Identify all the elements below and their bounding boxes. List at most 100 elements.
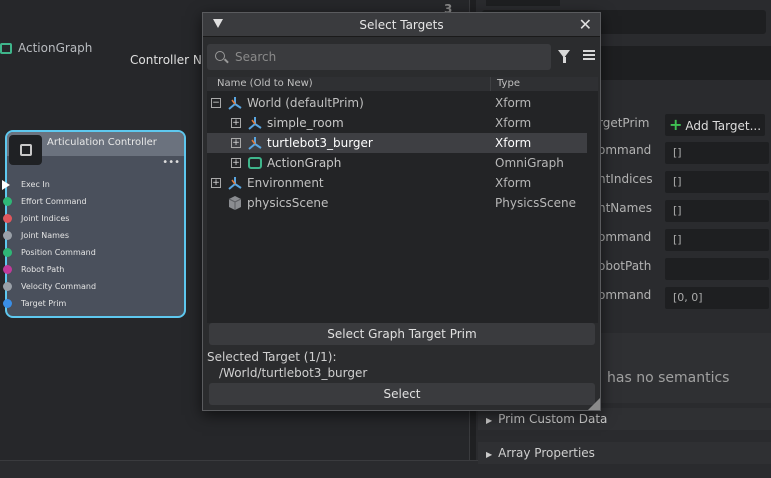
prop-label-joint-names: ntNames — [598, 201, 652, 215]
prop-field-effort-command[interactable]: [] — [665, 142, 769, 164]
section-prim-custom-data[interactable]: ▶ Prim Custom Data — [478, 408, 771, 430]
xform-icon — [227, 175, 243, 191]
tree-row-name: World (defaultPrim) — [247, 96, 364, 110]
tree-row[interactable]: physicsScene PhysicsScene — [207, 193, 587, 213]
tree-header: Name (Old to New) Type — [207, 77, 598, 91]
tree-row[interactable]: + ActionGraph OmniGraph — [207, 153, 587, 173]
plus-icon: + — [669, 115, 683, 134]
port-dot-icon[interactable] — [3, 248, 12, 257]
search-input[interactable]: Search — [207, 44, 551, 70]
section-array-properties[interactable]: ▶ Array Properties — [478, 442, 771, 464]
selected-target-label: Selected Target (1/1): — [207, 350, 337, 364]
tree-row-type: OmniGraph — [495, 156, 564, 170]
port-label: Joint Indices — [21, 214, 70, 223]
select-targets-dialog: Select Targets ✕ Search Name (Old to New… — [202, 12, 601, 411]
port-dot-icon[interactable] — [3, 197, 12, 206]
graph-icon — [247, 155, 263, 171]
node-icon — [9, 135, 42, 165]
select-button[interactable]: Select — [209, 383, 595, 405]
collapse-icon[interactable]: − — [211, 98, 221, 108]
prop-label-velocity-command: ommand — [598, 288, 652, 302]
hamburger-menu-icon[interactable] — [583, 50, 595, 60]
prop-label-joint-indices: ntIndices — [598, 172, 653, 186]
xform-icon — [247, 115, 263, 131]
tree-row-name: turtlebot3_burger — [267, 136, 373, 150]
exec-port-icon[interactable] — [2, 180, 10, 190]
node-port[interactable]: Exec In — [2, 176, 184, 193]
dialog-title: Select Targets — [359, 18, 444, 32]
search-icon — [215, 51, 225, 61]
prop-label-robot-path: obotPath — [598, 259, 652, 273]
section-label: Prim Custom Data — [498, 412, 608, 426]
port-dot-icon[interactable] — [3, 299, 12, 308]
section-label: Array Properties — [498, 446, 595, 460]
port-label: Velocity Command — [21, 282, 97, 291]
resize-handle[interactable] — [588, 398, 600, 410]
stage-tree: Name (Old to New) Type − World (defaultPr… — [207, 77, 598, 323]
node-port[interactable]: Position Command — [3, 244, 184, 261]
prop-field-joint-indices[interactable]: [] — [665, 171, 769, 193]
tree-row-name: Environment — [247, 176, 324, 190]
graph-title: ActionGraph — [0, 41, 93, 55]
expand-icon[interactable]: + — [231, 138, 241, 148]
selected-target-path: /World/turtlebot3_burger — [219, 366, 368, 380]
expand-icon[interactable]: + — [231, 158, 241, 168]
tree-row-type: Xform — [495, 96, 532, 110]
node-port[interactable]: Effort Command — [3, 193, 184, 210]
tree-row[interactable]: − World (defaultPrim) Xform — [207, 93, 587, 113]
prop-label-effort-command: ommand — [598, 143, 652, 157]
tree-row-name: ActionGraph — [267, 156, 342, 170]
port-dot-icon[interactable] — [3, 214, 12, 223]
column-header-type[interactable]: Type — [497, 78, 520, 89]
expand-icon[interactable]: + — [211, 178, 221, 188]
port-label: Exec In — [21, 180, 50, 189]
tree-row[interactable]: + turtlebot3_burger Xform — [207, 133, 587, 153]
graph-title-label: ActionGraph — [18, 41, 93, 55]
port-label: Robot Path — [21, 265, 65, 274]
prop-field-robot-path[interactable] — [665, 258, 769, 280]
add-target-label: Add Target... — [685, 119, 762, 133]
filter-icon[interactable] — [558, 50, 570, 63]
add-target-button[interactable]: + Add Target... — [665, 114, 765, 136]
tree-row-name: physicsScene — [247, 196, 329, 210]
node-port[interactable]: Velocity Command — [3, 278, 184, 295]
column-header-name[interactable]: Name (Old to New) — [217, 78, 313, 89]
tree-row-type: PhysicsScene — [495, 196, 576, 210]
port-dot-icon[interactable] — [3, 231, 12, 240]
prop-label-position-command: ommand — [598, 230, 652, 244]
close-icon[interactable]: ✕ — [579, 15, 592, 34]
tree-row[interactable]: + simple_room Xform — [207, 113, 587, 133]
prop-label-target-prim: rgetPrim — [598, 116, 650, 130]
node-menu-icon[interactable]: ••• — [162, 157, 180, 168]
semantics-text: has no semantics — [607, 370, 730, 386]
port-dot-icon[interactable] — [3, 282, 12, 291]
tree-row-type: Xform — [495, 116, 532, 130]
node-ports: Exec In Effort Command Joint Indices Joint … — [2, 176, 184, 312]
dialog-titlebar[interactable]: Select Targets ✕ — [203, 13, 600, 37]
expand-icon[interactable]: + — [231, 118, 241, 128]
prop-field-velocity-command[interactable]: [0, 0] — [665, 287, 769, 309]
caret-right-icon: ▶ — [486, 450, 493, 459]
xform-icon — [227, 95, 243, 111]
xform-icon — [247, 135, 263, 151]
port-label: Position Command — [21, 248, 96, 257]
prop-field-position-command[interactable]: [] — [665, 229, 769, 251]
node-port[interactable]: Robot Path — [3, 261, 184, 278]
node-port[interactable]: Joint Names — [3, 227, 184, 244]
select-graph-target-prim-button[interactable]: Select Graph Target Prim — [209, 323, 595, 345]
node-port[interactable]: Target Prim — [3, 295, 184, 312]
tree-row-type: Xform — [495, 136, 532, 150]
cube-icon — [227, 195, 243, 211]
port-label: Target Prim — [21, 299, 67, 308]
node-title: Articulation Controller — [47, 137, 157, 148]
articulation-controller-node[interactable]: Articulation Controller ••• Exec In Effor… — [2, 130, 186, 318]
port-dot-icon[interactable] — [3, 265, 12, 274]
panel-tab[interactable] — [486, 0, 560, 6]
tree-row[interactable]: + Environment Xform — [207, 173, 587, 193]
port-label: Joint Names — [21, 231, 69, 240]
prop-field-joint-names[interactable]: [] — [665, 200, 769, 222]
tree-row-name: simple_room — [267, 116, 344, 130]
caret-right-icon: ▶ — [486, 416, 493, 425]
node-port[interactable]: Joint Indices — [3, 210, 184, 227]
port-label: Effort Command — [21, 197, 87, 206]
